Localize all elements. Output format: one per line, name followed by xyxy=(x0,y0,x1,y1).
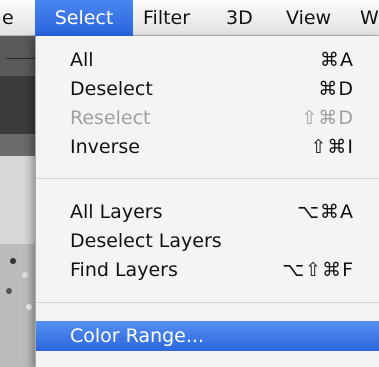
menu-item-deselect[interactable]: Deselect ⌘D xyxy=(36,75,379,104)
menu-item-inverse[interactable]: Inverse ⇧⌘I xyxy=(36,133,379,162)
menubar-item-label: W xyxy=(360,7,379,29)
menu-item-label: Find Layers xyxy=(70,259,178,281)
menubar-item-label: Filter xyxy=(143,7,191,29)
bg-divider xyxy=(6,58,36,59)
menu-item-find-layers[interactable]: Find Layers ⌥⇧⌘F xyxy=(36,256,379,285)
menu-item-label: Reselect xyxy=(70,107,151,129)
bg-image-detail xyxy=(10,258,16,264)
menu-item-label: All xyxy=(70,49,94,71)
menu-item-label: Deselect Layers xyxy=(70,230,222,252)
menu-item-shortcut: ⌘D xyxy=(318,78,354,100)
menubar-item-3d[interactable]: 3D xyxy=(226,0,266,36)
menu-item-shortcut: ⇧⌘D xyxy=(301,107,354,129)
menu-item-shortcut: ⌥⌘A xyxy=(297,201,354,223)
menubar-item-edit[interactable]: e xyxy=(0,0,30,36)
menubar-item-label: Select xyxy=(54,7,114,29)
menubar-item-label: View xyxy=(286,7,332,29)
menu-item-label: Inverse xyxy=(70,136,140,158)
menu-item-shortcut: ⌘A xyxy=(320,49,354,71)
menubar-item-view[interactable]: View xyxy=(286,0,340,36)
menu-bar: e Select Filter 3D View W xyxy=(0,0,379,36)
menu-separator xyxy=(36,302,379,303)
menubar-item-label: e xyxy=(2,7,14,29)
menu-item-reselect[interactable]: Reselect ⇧⌘D xyxy=(36,104,379,133)
menu-item-shortcut: ⌥⇧⌘F xyxy=(282,259,354,281)
bg-image-detail xyxy=(6,288,12,294)
menubar-item-select[interactable]: Select xyxy=(35,0,133,36)
menubar-item-filter[interactable]: Filter xyxy=(143,0,213,36)
menu-item-all[interactable]: All ⌘A xyxy=(36,46,379,75)
menu-item-label: Deselect xyxy=(70,78,153,100)
select-menu-dropdown: All ⌘A Deselect ⌘D Reselect ⇧⌘D Inverse … xyxy=(35,36,379,367)
bg-image-detail xyxy=(26,304,32,310)
menu-item-color-range[interactable]: Color Range... xyxy=(36,321,379,351)
menu-item-label: All Layers xyxy=(70,201,163,223)
menu-item-label: Color Range... xyxy=(70,325,204,347)
menu-item-deselect-layers[interactable]: Deselect Layers xyxy=(36,227,379,256)
menu-separator xyxy=(36,178,379,179)
menubar-item-label: 3D xyxy=(226,7,253,29)
menu-item-all-layers[interactable]: All Layers ⌥⌘A xyxy=(36,198,379,227)
bg-image-detail xyxy=(22,272,28,278)
menubar-item-window[interactable]: W xyxy=(360,0,379,36)
menu-item-shortcut: ⇧⌘I xyxy=(310,136,354,158)
